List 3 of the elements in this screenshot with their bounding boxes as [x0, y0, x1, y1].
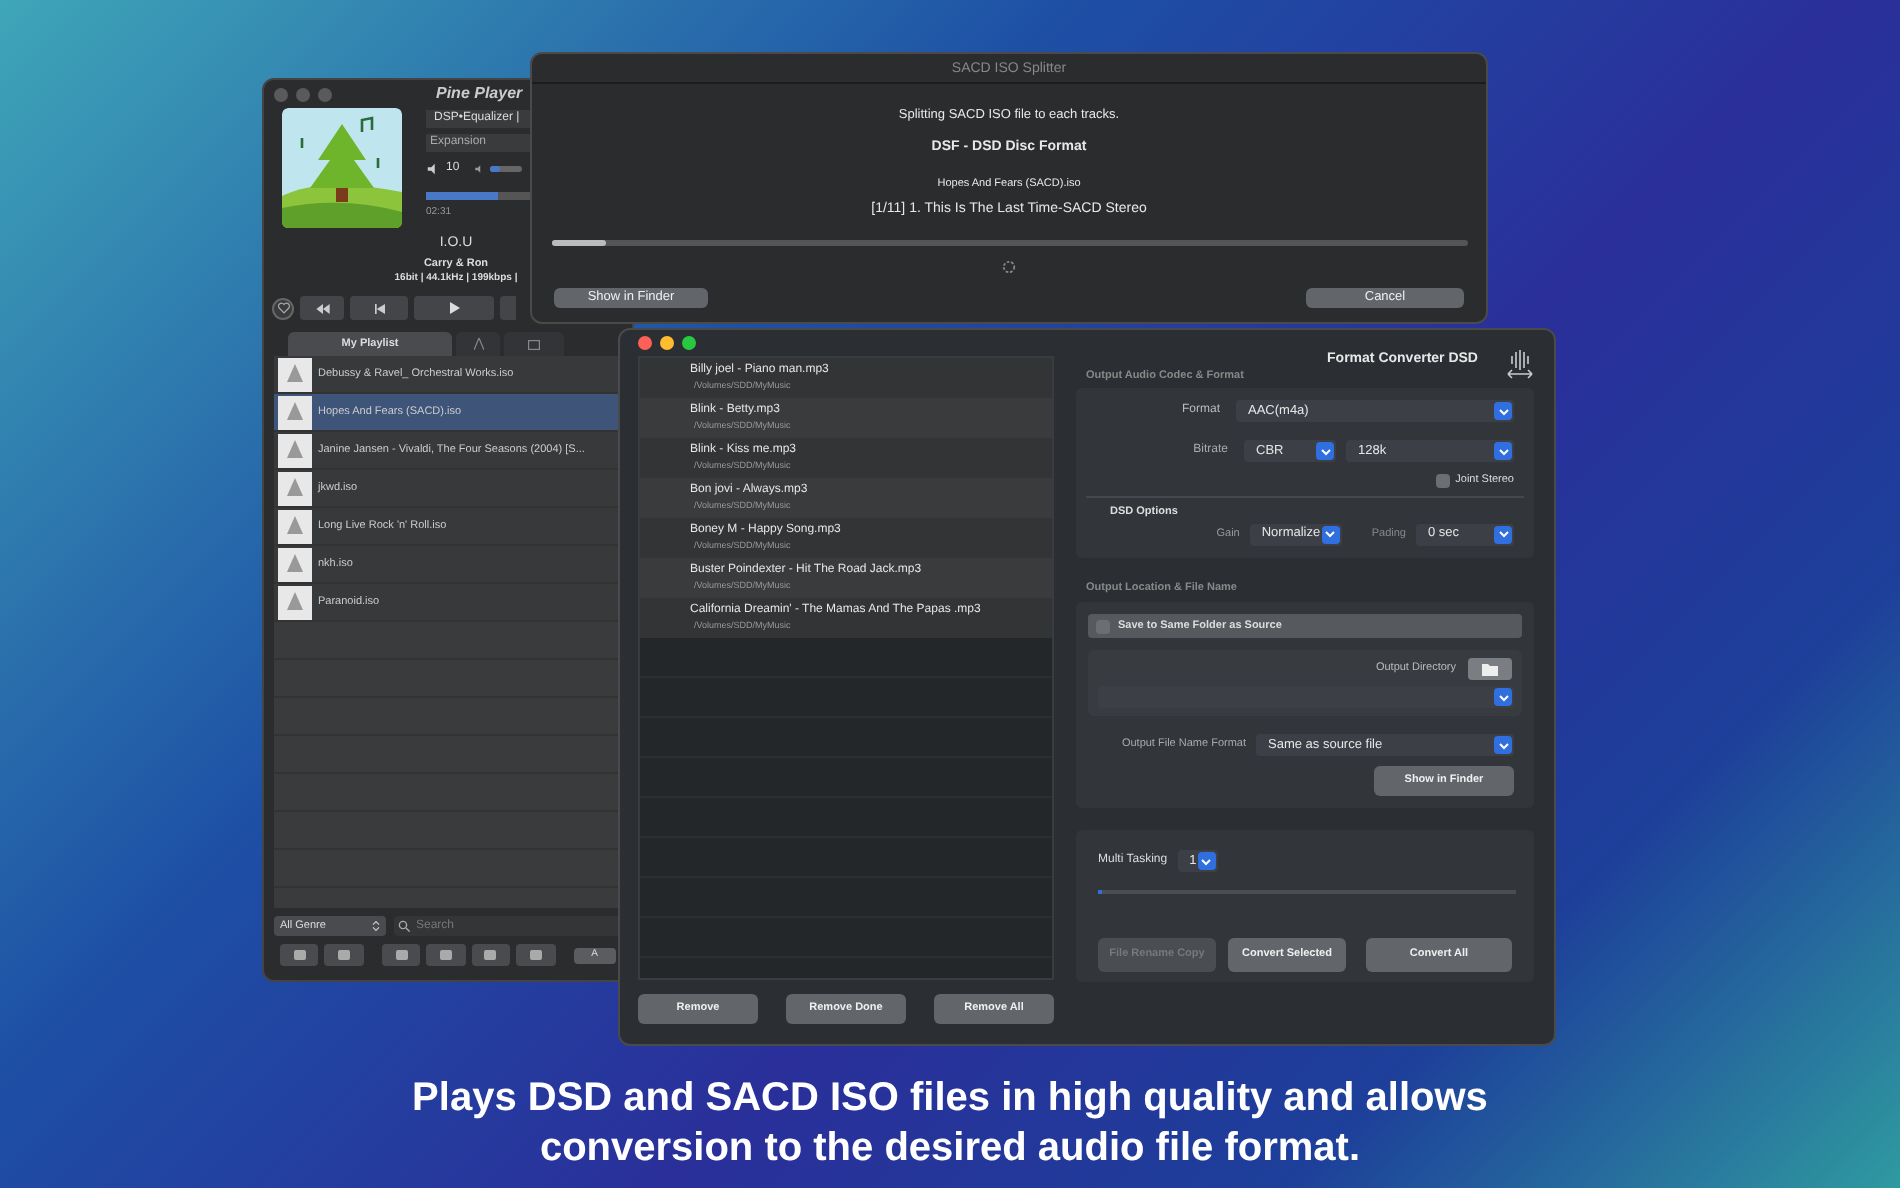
window-title: Pine Player: [436, 82, 523, 106]
caption-text: Plays DSD and SACD ISO files in high quality and allows: [412, 1074, 1488, 1124]
caption-text: conversion to the desired audio file format.: [539, 1124, 1361, 1174]
